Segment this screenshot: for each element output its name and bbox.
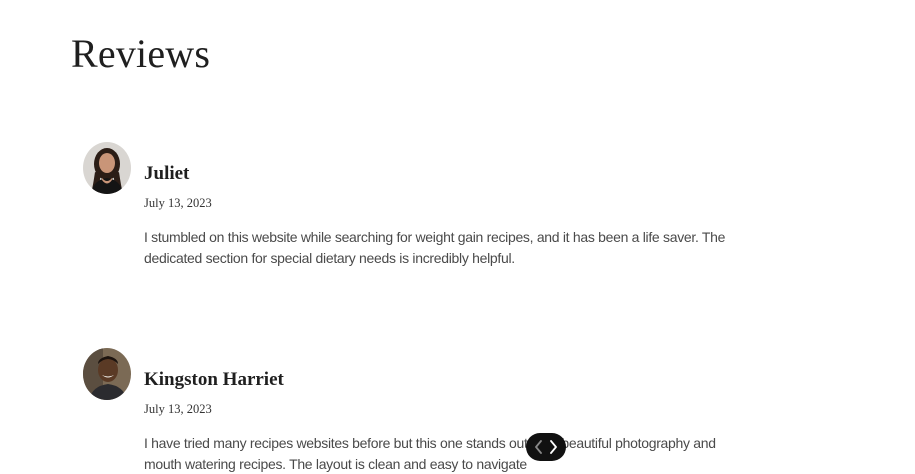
avatar-woman-icon xyxy=(83,142,131,194)
carousel-nav xyxy=(526,433,566,461)
reviewer-avatar xyxy=(83,142,131,194)
carousel-prev-button[interactable] xyxy=(532,437,545,457)
page-title: Reviews xyxy=(71,31,211,76)
chevron-left-icon xyxy=(535,440,542,454)
reviewer-name: Kingston Harriet xyxy=(144,369,284,390)
avatar-man-icon xyxy=(83,348,131,400)
reviewer-name: Juliet xyxy=(144,163,190,184)
chevron-right-icon xyxy=(550,440,557,454)
review-text: I stumbled on this website while searchi… xyxy=(144,229,726,266)
review-date: July 13, 2023 xyxy=(144,196,212,210)
review-date: July 13, 2023 xyxy=(144,402,212,416)
carousel-next-button[interactable] xyxy=(547,437,560,457)
reviewer-avatar xyxy=(83,348,131,400)
